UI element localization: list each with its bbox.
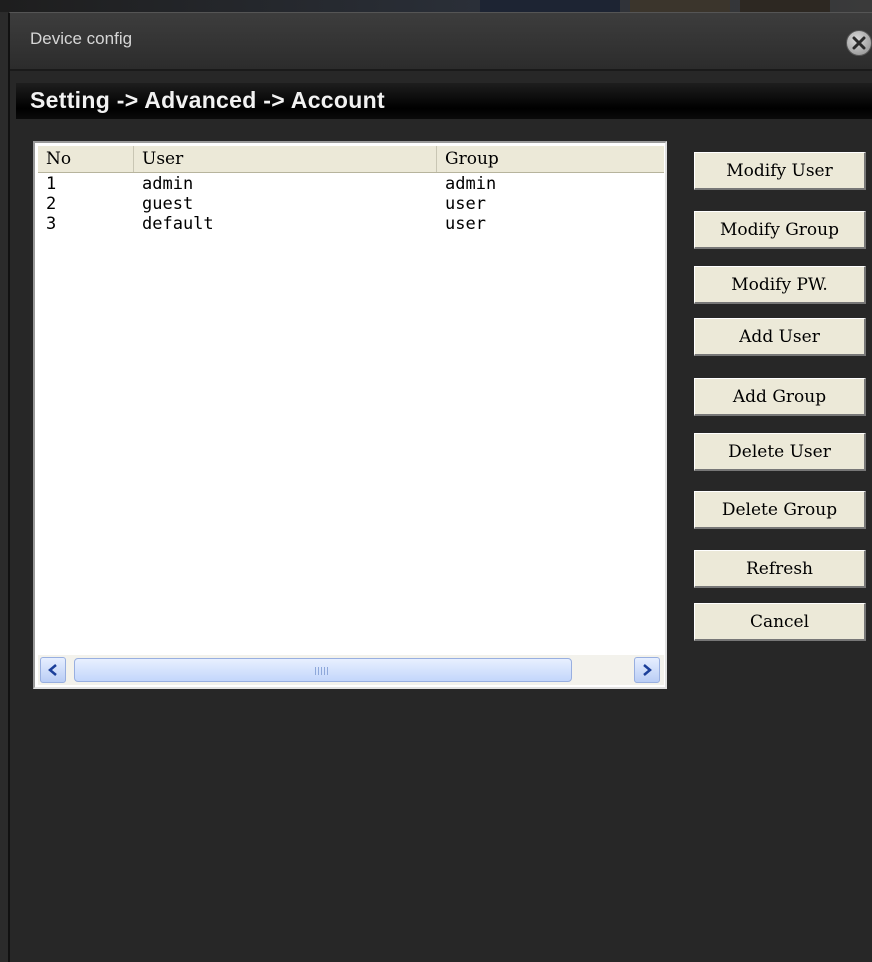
chevron-right-icon bbox=[643, 664, 652, 676]
breadcrumb-bar: Setting -> Advanced -> Account bbox=[16, 83, 872, 119]
chevron-left-icon bbox=[48, 664, 57, 676]
horizontal-scrollbar[interactable] bbox=[38, 655, 664, 685]
cell-user: guest bbox=[142, 194, 194, 214]
delete-user-button[interactable]: Delete User bbox=[694, 433, 866, 471]
add-group-button[interactable]: Add Group bbox=[694, 378, 866, 416]
table-row[interactable]: 1 admin admin bbox=[38, 174, 664, 194]
background-strip bbox=[0, 0, 872, 12]
modify-pw-button[interactable]: Modify PW. bbox=[694, 266, 866, 304]
title-bar[interactable]: Device config bbox=[10, 13, 872, 71]
cell-no: 2 bbox=[46, 194, 57, 214]
cell-user: default bbox=[142, 214, 214, 234]
cell-no: 1 bbox=[46, 174, 57, 194]
window-title: Device config bbox=[30, 29, 133, 48]
delete-group-button[interactable]: Delete Group bbox=[694, 491, 866, 529]
background-tile bbox=[480, 0, 620, 12]
modify-user-button[interactable]: Modify User bbox=[694, 152, 866, 190]
list-header: No User Group bbox=[38, 146, 664, 173]
background-tile bbox=[630, 0, 730, 12]
scroll-left-button[interactable] bbox=[40, 657, 66, 683]
table-row[interactable]: 3 default user bbox=[38, 214, 664, 234]
add-user-button[interactable]: Add User bbox=[694, 318, 866, 356]
scroll-right-button[interactable] bbox=[634, 657, 660, 683]
close-icon bbox=[852, 36, 866, 50]
close-button[interactable] bbox=[846, 30, 872, 56]
cell-user: admin bbox=[142, 174, 194, 194]
modify-group-button[interactable]: Modify Group bbox=[694, 211, 866, 249]
device-config-window: Device config Setting -> Advanced -> Acc… bbox=[8, 12, 872, 962]
column-header-group[interactable]: Group bbox=[437, 146, 664, 172]
refresh-button[interactable]: Refresh bbox=[694, 550, 866, 588]
table-row[interactable]: 2 guest user bbox=[38, 194, 664, 214]
column-header-user[interactable]: User bbox=[134, 146, 437, 172]
background-tile bbox=[740, 0, 830, 12]
cell-no: 3 bbox=[46, 214, 57, 234]
grip-icon bbox=[315, 667, 329, 675]
cell-group: user bbox=[445, 194, 486, 214]
scrollbar-thumb[interactable] bbox=[74, 658, 572, 682]
cancel-button[interactable]: Cancel bbox=[694, 603, 866, 641]
column-header-no[interactable]: No bbox=[38, 146, 134, 172]
user-list[interactable]: No User Group 1 admin admin 2 guest user… bbox=[33, 141, 667, 689]
breadcrumb: Setting -> Advanced -> Account bbox=[30, 87, 385, 113]
cell-group: user bbox=[445, 214, 486, 234]
cell-group: admin bbox=[445, 174, 497, 194]
